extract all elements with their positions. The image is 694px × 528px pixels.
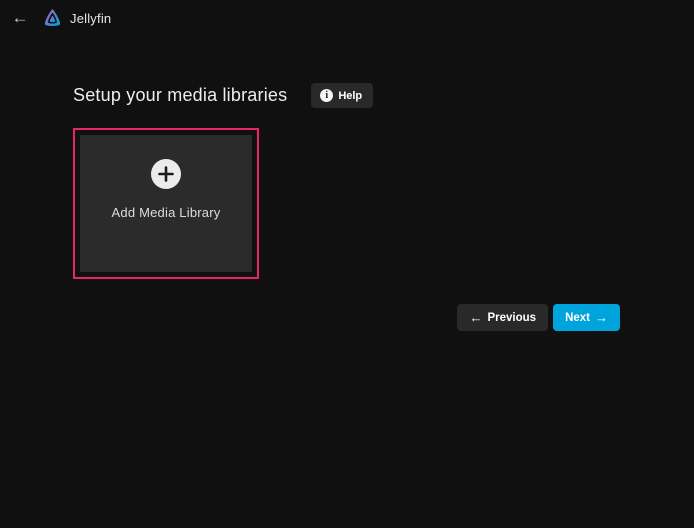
heading-row: Setup your media libraries i Help — [73, 83, 620, 108]
next-button[interactable]: Next → — [553, 304, 620, 331]
help-button[interactable]: i Help — [311, 83, 373, 108]
wizard-page: Setup your media libraries i Help Add Me… — [0, 36, 694, 331]
page-title: Setup your media libraries — [73, 85, 287, 106]
app-name: Jellyfin — [70, 11, 111, 26]
add-media-library-card[interactable]: Add Media Library — [80, 135, 252, 272]
back-arrow-icon: ← — [12, 8, 29, 28]
top-app-bar: ← Jellyfin — [0, 0, 694, 36]
previous-button[interactable]: ← Previous — [457, 304, 548, 331]
previous-button-label: Previous — [487, 312, 536, 324]
focus-highlight-outline: Add Media Library — [73, 128, 259, 279]
add-media-library-label: Add Media Library — [112, 205, 221, 220]
left-arrow-icon: ← — [469, 311, 482, 324]
help-button-label: Help — [338, 90, 362, 102]
wizard-nav: ← Previous Next → — [73, 304, 620, 331]
next-button-label: Next — [565, 312, 590, 324]
right-arrow-icon: → — [595, 311, 608, 324]
jellyfin-logo-icon — [42, 8, 63, 29]
back-button[interactable]: ← — [6, 4, 34, 32]
info-icon: i — [320, 89, 333, 102]
plus-icon — [151, 159, 181, 189]
